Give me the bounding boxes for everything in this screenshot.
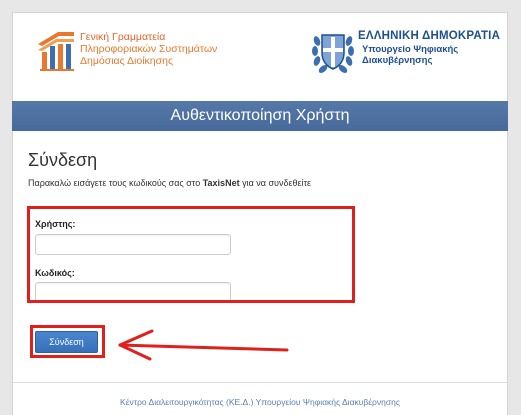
ggps-logo-line3: Δημόσιας Διοίκησης <box>80 55 174 67</box>
username-input[interactable] <box>35 234 231 255</box>
greek-emblem-icon <box>312 34 354 73</box>
ggps-logo-icon <box>38 32 74 71</box>
login-instructions: Παρακαλώ εισάγετε τους κωδικούς σας στο … <box>28 178 311 188</box>
instructions-brand: TaxisNet <box>202 178 240 188</box>
username-label: Χρήστης: <box>35 219 76 229</box>
instructions-text-after: για να συνδεθείτε <box>239 178 312 188</box>
instructions-text-before: Παρακαλώ εισάγετε τους κωδικούς σας στο <box>28 178 203 188</box>
emblem-line2: Υπουργείο Ψηφιακής <box>362 44 459 55</box>
footer-link[interactable]: Κέντρο Διαλειτουργικότητας (ΚΕ.Δ.) Υπουρ… <box>12 397 508 407</box>
emblem-line1: ΕΛΛΗΝΙΚΗ ΔΗΜΟΚΡΑΤΙΑ <box>358 30 501 42</box>
footer-divider <box>12 382 508 383</box>
login-submit-button[interactable]: Σύνδεση <box>35 331 98 353</box>
emblem-line3: Διακυβέρνησης <box>362 55 433 66</box>
ggps-logo-line1: Γενική Γραμματεία <box>80 31 166 43</box>
annotation-arrow <box>118 329 289 361</box>
ggps-logo-text: Γενική Γραμματεία Πληροφοριακών Συστημάτ… <box>80 31 217 67</box>
ggps-logo-line2: Πληροφοριακών Συστημάτων <box>80 43 218 55</box>
page-title-banner: Αυθεντικοποίηση Χρήστη <box>12 101 508 131</box>
greek-emblem-text: ΕΛΛΗΝΙΚΗ ΔΗΜΟΚΡΑΤΙΑ Υπουργείο Ψηφιακής Δ… <box>358 29 500 66</box>
password-input[interactable] <box>35 282 231 302</box>
password-label: Κωδικός: <box>35 268 75 278</box>
login-heading: Σύνδεση <box>28 150 98 170</box>
